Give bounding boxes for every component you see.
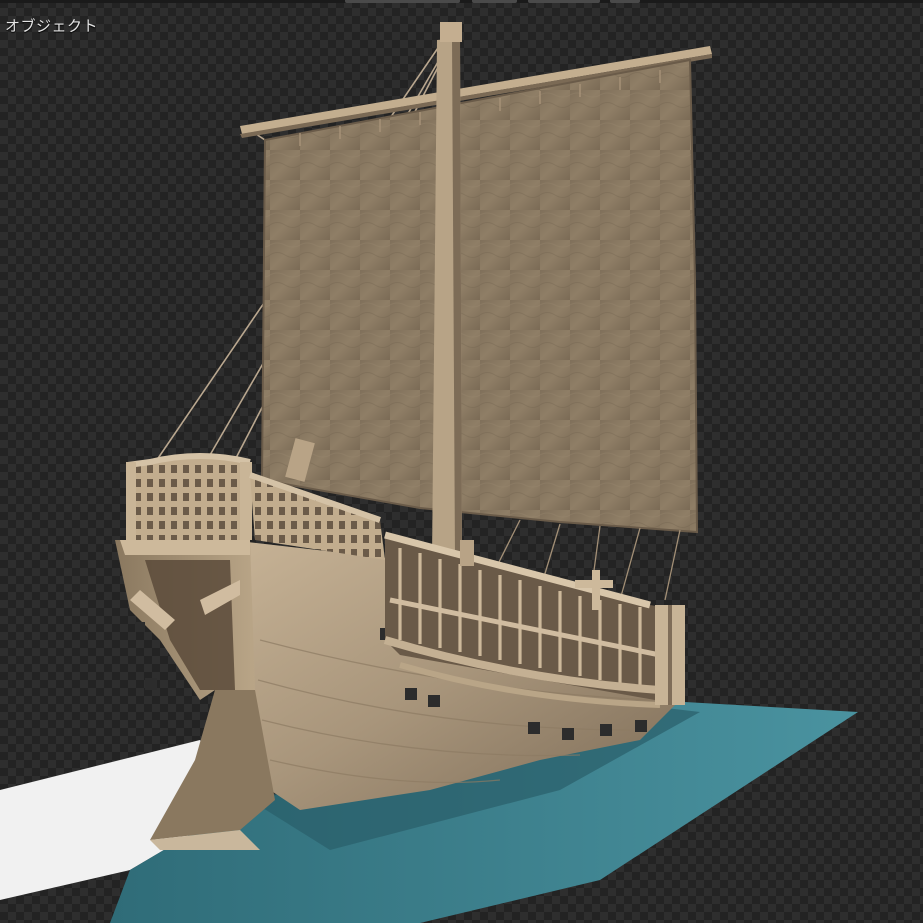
ship-render[interactable] xyxy=(0,0,923,923)
mast xyxy=(432,22,462,560)
3d-viewport[interactable]: オブジェクト xyxy=(0,0,923,923)
